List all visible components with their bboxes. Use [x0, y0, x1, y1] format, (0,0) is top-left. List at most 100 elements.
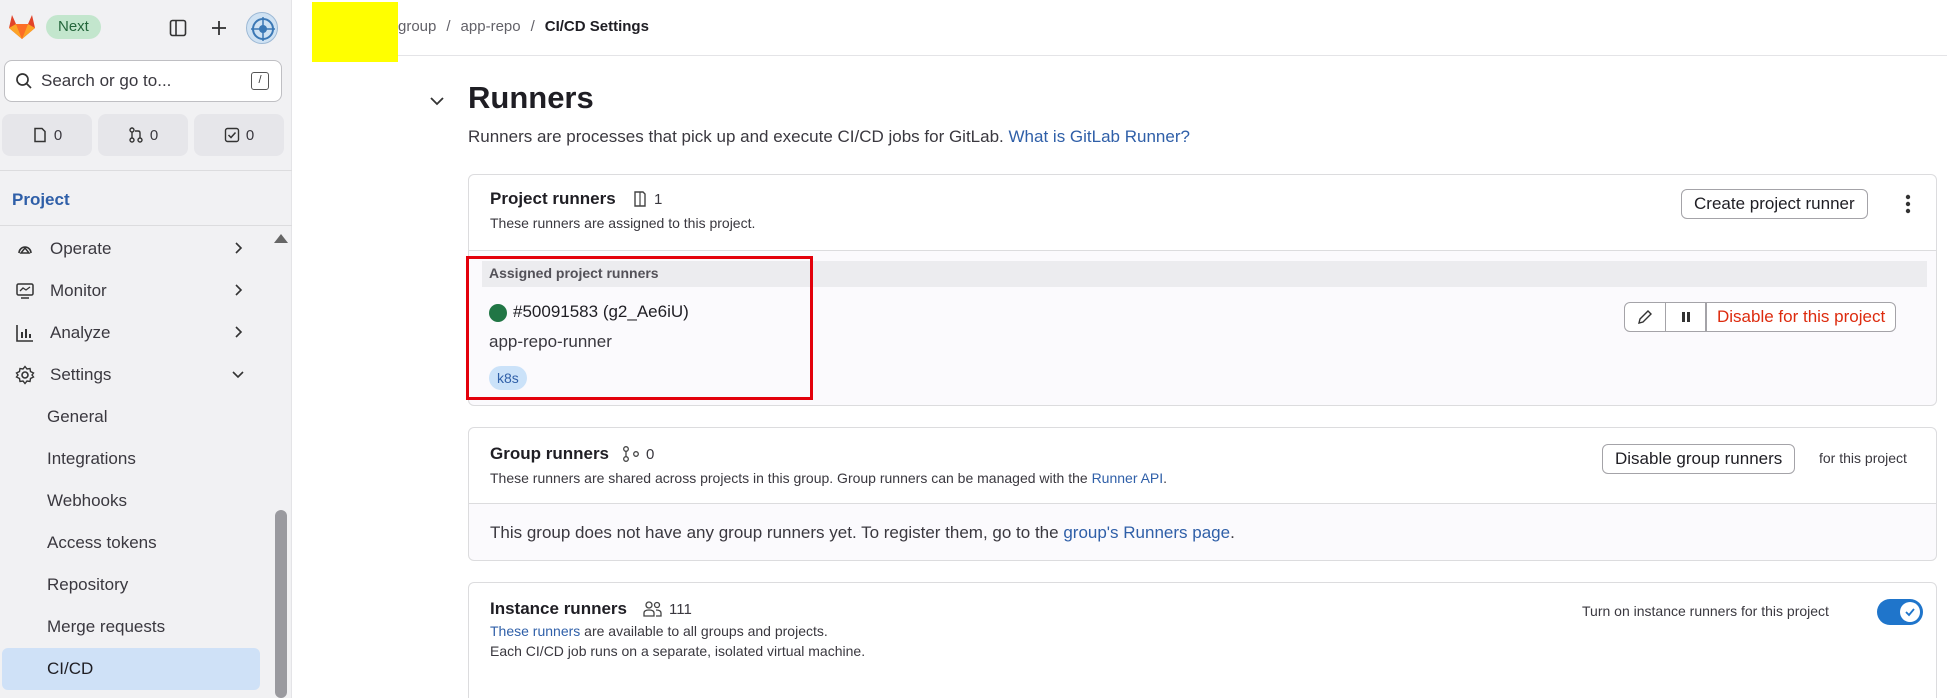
sidebar-item-label: Integrations	[47, 449, 136, 468]
sidebar-section-title[interactable]: Project	[12, 190, 70, 210]
breadcrumb-items: group / app-repo / CI/CD Settings	[398, 18, 649, 35]
sidebar-item-label: Repository	[47, 575, 129, 594]
instance-runners-toggle[interactable]	[1877, 599, 1923, 625]
pause-icon	[1681, 312, 1690, 322]
edit-runner-button[interactable]	[1624, 302, 1666, 332]
sidebar-item-label: Access tokens	[47, 533, 157, 552]
sidebar-item-label: General	[47, 407, 108, 426]
sidebar-item-repository[interactable]: Repository	[2, 564, 260, 606]
next-badge[interactable]: Next	[46, 15, 101, 39]
user-counters: 0 0 0	[2, 114, 284, 156]
todo-icon	[224, 127, 240, 143]
gitlab-logo-icon[interactable]	[6, 10, 40, 44]
group-runners-subtitle: These runners are shared across projects…	[490, 470, 1167, 486]
redaction-block	[312, 2, 398, 62]
project-runners-subtitle: These runners are assigned to this proje…	[490, 215, 756, 231]
sidebar-item-monitor[interactable]: Monitor	[2, 270, 260, 312]
issues-icon	[34, 127, 46, 143]
breadcrumb-project[interactable]: app-repo	[461, 18, 521, 35]
search-input[interactable]: Search or go to... /	[4, 60, 282, 102]
project-runners-title: Project runners	[490, 189, 616, 208]
sidebar-divider	[0, 170, 292, 171]
create-project-runner-button[interactable]: Create project runner	[1681, 189, 1868, 219]
sidebar-item-access-tokens[interactable]: Access tokens	[2, 522, 260, 564]
sidebar-item-analyze[interactable]: Analyze	[2, 312, 260, 354]
runner-api-link[interactable]: Runner API	[1092, 470, 1164, 486]
group-runners-suffix: for this project	[1819, 450, 1907, 466]
disable-group-runners-button[interactable]: Disable group runners	[1602, 444, 1796, 474]
issues-counter[interactable]: 0	[2, 114, 92, 156]
group-runners-empty: This group does not have any group runne…	[490, 523, 1235, 543]
instance-runners-line1-text: are available to all groups and projects…	[584, 623, 828, 639]
group-runners-empty-text: This group does not have any group runne…	[490, 523, 1059, 542]
breadcrumb-group[interactable]: group	[398, 18, 436, 35]
settings-icon	[14, 364, 36, 386]
page-title: Runners	[468, 80, 594, 115]
breadcrumb-current[interactable]: CI/CD Settings	[545, 18, 649, 35]
sidebar-item-webhooks[interactable]: Webhooks	[2, 480, 260, 522]
search-shortcut-icon: /	[251, 72, 269, 90]
merge-requests-count: 0	[149, 126, 159, 144]
todos-count: 0	[245, 126, 255, 144]
sidebar-scrollbar[interactable]	[275, 510, 287, 698]
project-runners-count: 1	[632, 190, 662, 208]
what-is-runner-link[interactable]: What is GitLab Runner?	[1009, 127, 1190, 146]
sidebar-item-label: Merge requests	[47, 617, 166, 636]
merge-requests-counter[interactable]: 0	[98, 114, 188, 156]
operate-icon	[14, 238, 36, 260]
sidebar-item-merge-requests[interactable]: Merge requests	[2, 606, 260, 648]
monitor-icon	[14, 280, 36, 302]
project-runners-header: Project runners 1 These runners are assi…	[469, 175, 1936, 251]
chevron-right-icon	[235, 326, 243, 338]
group-runners-count: 0	[622, 445, 654, 463]
disable-for-project-button[interactable]: Disable for this project	[1706, 302, 1897, 332]
check-icon	[1905, 608, 1915, 617]
instance-runners-title: Instance runners	[490, 599, 627, 618]
merge-request-icon	[129, 127, 143, 143]
sidebar-item-settings[interactable]: Settings	[2, 354, 260, 396]
chevron-right-icon	[235, 242, 243, 254]
pause-runner-button[interactable]	[1666, 302, 1706, 332]
page-description: Runners are processes that pick up and e…	[468, 127, 1190, 147]
pencil-icon	[1638, 310, 1652, 324]
sidebar-item-operate[interactable]: Operate	[2, 228, 260, 270]
page-description-text: Runners are processes that pick up and e…	[468, 127, 1004, 146]
group-runners-card: Group runners 0 These runners are shared…	[468, 427, 1937, 561]
project-runners-count-value: 1	[654, 190, 663, 208]
todos-counter[interactable]: 0	[194, 114, 284, 156]
instance-runners-line1: These runners are available to all group…	[490, 623, 828, 639]
sidebar-nav: Operate Monitor Analyze Settings General…	[0, 228, 270, 690]
sidebar-item-label: Settings	[50, 365, 112, 384]
sidebar-item-label: Operate	[50, 239, 112, 258]
collapse-section-icon[interactable]	[428, 92, 446, 110]
sidebar-item-label: Analyze	[50, 323, 111, 342]
group-runners-empty-end: .	[1230, 523, 1235, 542]
create-new-icon[interactable]	[205, 14, 233, 42]
group-runners-count-value: 0	[646, 445, 655, 463]
these-runners-link[interactable]: These runners	[490, 623, 580, 639]
sidebar-item-label: CI/CD	[47, 659, 94, 678]
instance-runners-count: 111	[643, 600, 692, 618]
scroll-up-arrow-icon[interactable]	[274, 234, 288, 243]
instance-runners-toggle-label: Turn on instance runners for this projec…	[1582, 603, 1829, 619]
more-actions-icon[interactable]	[1904, 193, 1912, 220]
sidebar: Next Search or go to... / 0 0 0 Project …	[0, 0, 292, 698]
analyze-icon	[14, 322, 36, 344]
sidebar-item-general[interactable]: General	[2, 396, 260, 438]
sidebar-toggle-icon[interactable]	[164, 14, 192, 42]
user-avatar[interactable]	[246, 12, 278, 44]
group-runners-page-link[interactable]: group's Runners page	[1063, 523, 1230, 542]
users-icon	[643, 601, 662, 617]
breadcrumb-separator: /	[446, 18, 451, 35]
instance-runners-line2: Each CI/CD job runs on a separate, isola…	[490, 643, 866, 659]
project-icon	[634, 191, 646, 207]
group-icon	[623, 446, 639, 462]
instance-runners-count-value: 111	[669, 600, 692, 618]
group-runners-subtitle-end: .	[1163, 470, 1168, 486]
runner-actions: Disable for this project	[1624, 302, 1897, 332]
sidebar-divider	[0, 225, 292, 226]
sidebar-item-cicd[interactable]: CI/CD	[2, 648, 260, 690]
sidebar-item-integrations[interactable]: Integrations	[2, 438, 260, 480]
toggle-knob	[1900, 602, 1920, 622]
chevron-down-icon	[232, 371, 244, 379]
